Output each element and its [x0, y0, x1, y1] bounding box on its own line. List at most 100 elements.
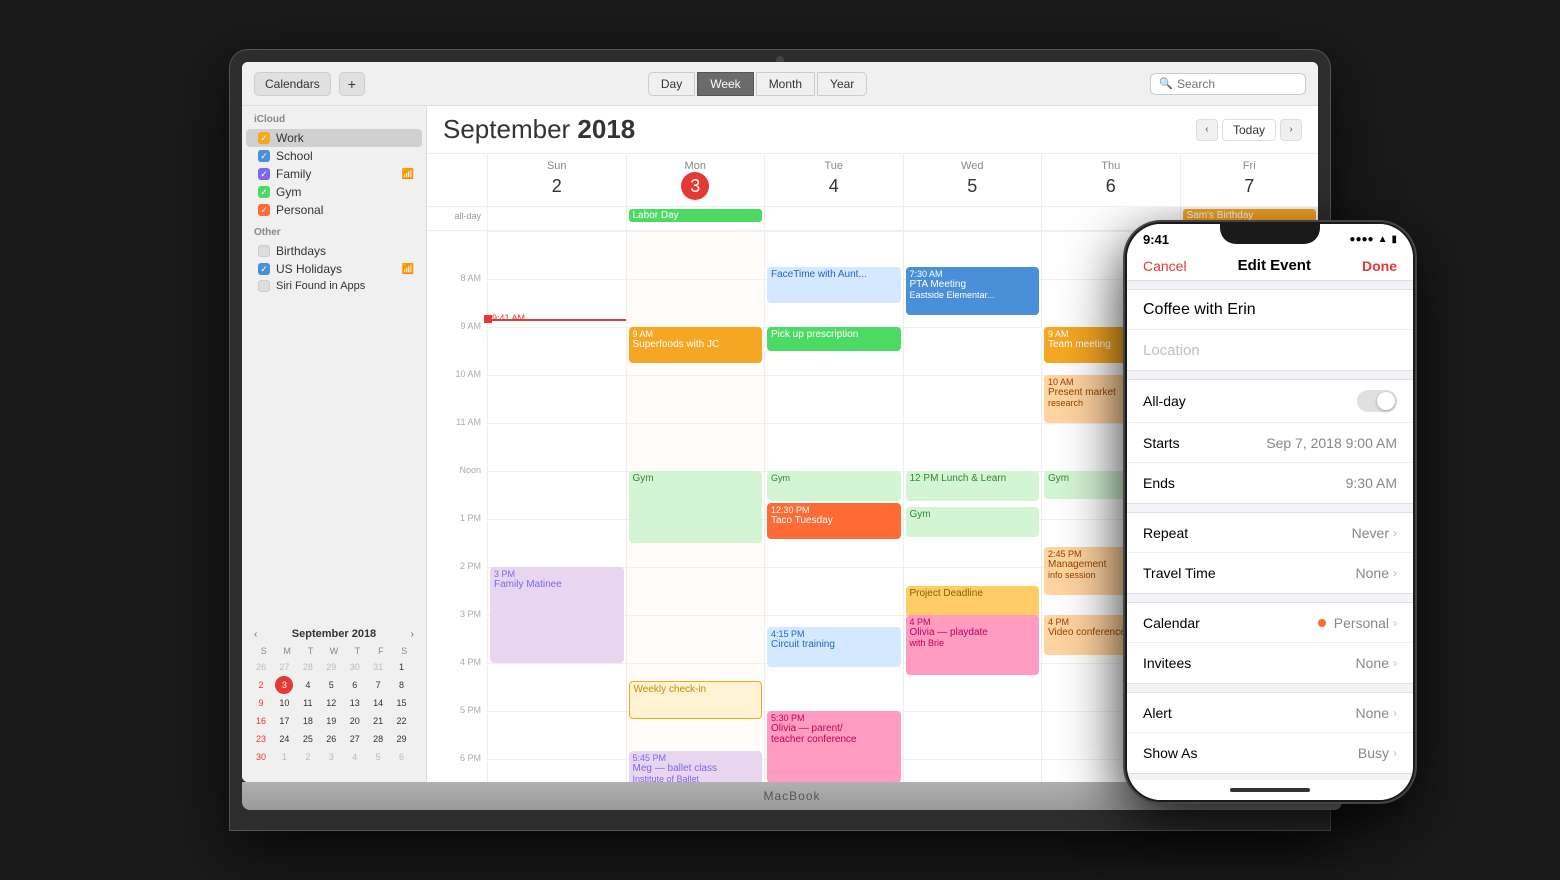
mini-day[interactable]: 20 — [346, 712, 364, 730]
mini-day[interactable]: 27 — [275, 658, 293, 676]
calendar-field[interactable]: Calendar Personal › — [1127, 603, 1413, 643]
location-field[interactable]: Location — [1127, 330, 1413, 370]
taco-tuesday-event[interactable]: 12:30 PM Taco Tuesday — [767, 503, 901, 539]
mini-day[interactable]: 30 — [252, 748, 270, 766]
event-title-input[interactable] — [1143, 301, 1397, 319]
mini-day[interactable]: 29 — [322, 658, 340, 676]
mini-day[interactable]: 18 — [299, 712, 317, 730]
mini-day[interactable]: 5 — [369, 748, 387, 766]
month-view-button[interactable]: Month — [756, 72, 815, 96]
mini-day[interactable]: 25 — [299, 730, 317, 748]
gym-wed-event[interactable]: 12 PM Lunch & Learn — [906, 471, 1040, 501]
sidebar-item-siri-apps[interactable]: Siri Found in Apps — [246, 278, 422, 294]
gym-mon-event[interactable]: Gym — [629, 471, 763, 543]
day-view-button[interactable]: Day — [648, 72, 695, 96]
mini-day[interactable]: 22 — [393, 712, 411, 730]
sidebar-item-family[interactable]: Family 📶 — [246, 165, 422, 183]
repeat-field[interactable]: Repeat Never › — [1127, 513, 1413, 553]
pta-meeting-event[interactable]: 7:30 AM PTA Meeting Eastside Elementar..… — [906, 267, 1040, 315]
mini-day[interactable]: 1 — [275, 748, 293, 766]
mini-day[interactable]: 28 — [369, 730, 387, 748]
sidebar-item-birthdays[interactable]: Birthdays — [246, 242, 422, 260]
iphone-screen: 9:41 ●●●● ▲ ▮ Cancel Edit Event Done — [1127, 224, 1413, 800]
mini-day[interactable]: 28 — [299, 658, 317, 676]
mini-day[interactable]: 30 — [346, 658, 364, 676]
show-as-field[interactable]: Show As Busy › — [1127, 733, 1413, 773]
mini-day[interactable]: 10 — [275, 694, 293, 712]
olivia-conference-event[interactable]: 5:30 PM Olivia — parent/ teacher confere… — [767, 711, 901, 782]
mini-day[interactable]: 13 — [346, 694, 364, 712]
week-view-button[interactable]: Week — [697, 72, 753, 96]
weekly-checkin-event[interactable]: Weekly check-in — [629, 681, 763, 719]
add-calendar-button[interactable]: + — [339, 72, 365, 96]
mini-day[interactable]: 4 — [346, 748, 364, 766]
mini-day[interactable]: 12 — [322, 694, 340, 712]
all-day-sun — [487, 207, 626, 230]
next-week-button[interactable]: › — [1280, 119, 1302, 141]
olivia-playdate-event[interactable]: 4 PM Olivia — playdate with Brie — [906, 615, 1040, 675]
all-day-field[interactable]: All-day — [1127, 380, 1413, 423]
calendars-button[interactable]: Calendars — [254, 72, 331, 96]
mini-day[interactable]: 6 — [393, 748, 411, 766]
mini-day-today[interactable]: 3 — [275, 676, 293, 694]
gym-tue-event[interactable]: Gym — [767, 471, 901, 501]
alert-field[interactable]: Alert None › — [1127, 693, 1413, 733]
all-day-toggle[interactable] — [1357, 390, 1397, 412]
mini-day[interactable]: 2 — [299, 748, 317, 766]
search-input[interactable] — [1177, 77, 1297, 91]
mini-cal-next[interactable]: › — [409, 629, 416, 640]
mini-day[interactable]: 11 — [299, 694, 317, 712]
superfoods-event[interactable]: 9 AM Superfoods with JC — [629, 327, 763, 363]
mini-day[interactable]: 4 — [299, 676, 317, 694]
iphone-done-button[interactable]: Done — [1362, 258, 1397, 274]
sidebar-item-gym[interactable]: Gym — [246, 183, 422, 201]
search-box[interactable]: 🔍 — [1150, 73, 1306, 95]
mini-day[interactable]: 2 — [252, 676, 270, 694]
sidebar-item-us-holidays[interactable]: US Holidays 📶 — [246, 260, 422, 278]
mini-day[interactable]: 14 — [369, 694, 387, 712]
travel-time-field[interactable]: Travel Time None › — [1127, 553, 1413, 593]
mini-day[interactable]: 24 — [275, 730, 293, 748]
mini-day[interactable]: 21 — [369, 712, 387, 730]
mini-day[interactable]: 1 — [393, 658, 411, 676]
prev-week-button[interactable]: ‹ — [1196, 119, 1218, 141]
ends-field[interactable]: Ends 9:30 AM — [1127, 463, 1413, 503]
labor-day-event[interactable]: Labor Day — [629, 209, 763, 222]
mini-day[interactable]: 3 — [322, 748, 340, 766]
today-button[interactable]: Today — [1222, 119, 1276, 141]
mini-day[interactable]: 26 — [252, 658, 270, 676]
mini-day[interactable]: 29 — [393, 730, 411, 748]
family-matinee-event[interactable]: 3 PM Family Matinee — [490, 567, 624, 663]
day-col-sun: Sun 2 — [487, 154, 626, 206]
invitees-field[interactable]: Invitees None › — [1127, 643, 1413, 683]
mini-day[interactable]: 7 — [369, 676, 387, 694]
ballet-event[interactable]: 5:45 PM Meg — ballet class Institute of … — [629, 751, 763, 782]
project-deadline-event[interactable]: Project Deadline — [906, 586, 1040, 618]
sams-birthday-event[interactable]: Sam's Birthday — [1183, 209, 1317, 222]
iphone-cancel-button[interactable]: Cancel — [1143, 258, 1187, 274]
mini-day[interactable]: 17 — [275, 712, 293, 730]
facetime-event[interactable]: FaceTime with Aunt... — [767, 267, 901, 303]
sidebar-item-personal[interactable]: Personal — [246, 201, 422, 219]
mini-day[interactable]: 31 — [369, 658, 387, 676]
sidebar-item-school[interactable]: School — [246, 147, 422, 165]
mini-day[interactable]: 15 — [393, 694, 411, 712]
mini-day[interactable]: 19 — [322, 712, 340, 730]
starts-field[interactable]: Starts Sep 7, 2018 9:00 AM — [1127, 423, 1413, 463]
mini-day[interactable]: 6 — [346, 676, 364, 694]
sidebar-item-work[interactable]: Work — [246, 129, 422, 147]
prescription-event[interactable]: Pick up prescription — [767, 327, 901, 351]
mini-day[interactable]: 23 — [252, 730, 270, 748]
mini-day[interactable]: 26 — [322, 730, 340, 748]
gym-wed2-event[interactable]: Gym — [906, 507, 1040, 537]
mini-day[interactable]: 27 — [346, 730, 364, 748]
mini-day[interactable]: 8 — [393, 676, 411, 694]
mini-day[interactable]: 5 — [322, 676, 340, 694]
circuit-event[interactable]: 4:15 PM Circuit training — [767, 627, 901, 667]
mini-day[interactable]: 9 — [252, 694, 270, 712]
event-title-field[interactable] — [1127, 290, 1413, 330]
work-checkbox — [258, 132, 270, 144]
mini-day[interactable]: 16 — [252, 712, 270, 730]
year-view-button[interactable]: Year — [817, 72, 867, 96]
mini-cal-prev[interactable]: ‹ — [252, 629, 259, 640]
